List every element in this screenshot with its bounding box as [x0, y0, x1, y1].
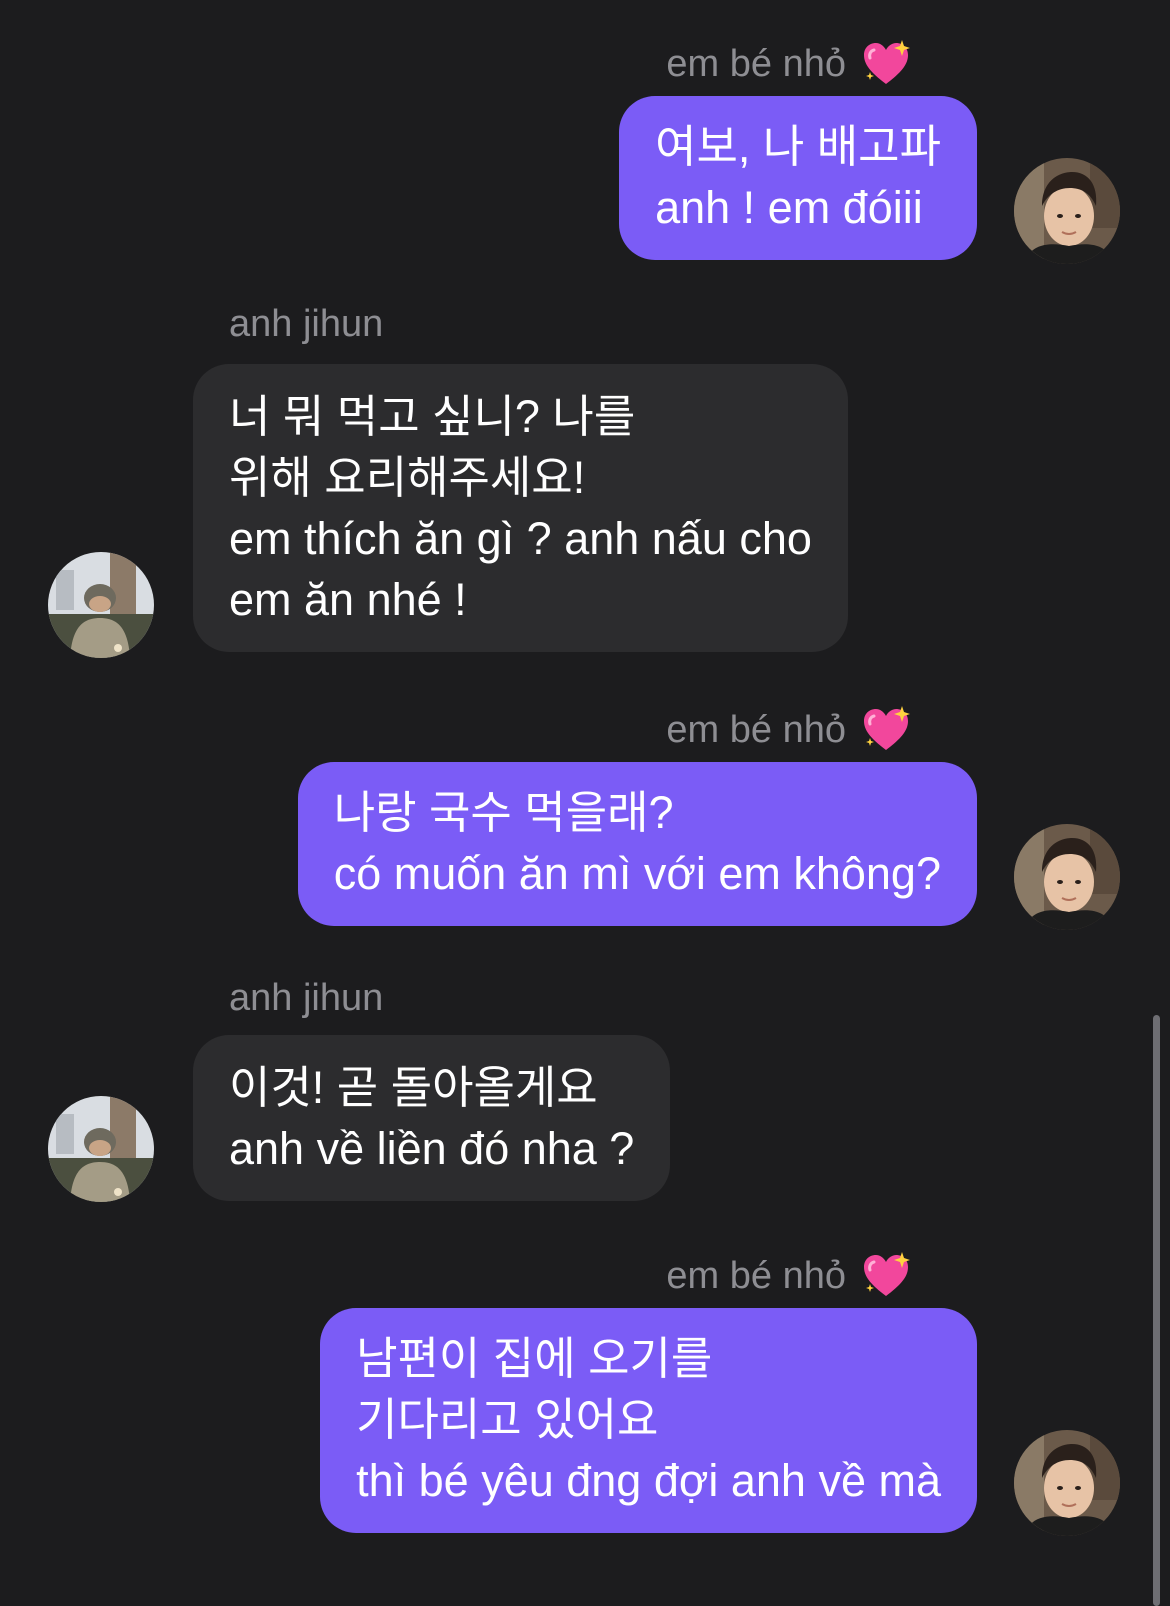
chat-screen: em bé nhỏ 여보, 나 배고파 anh ! em đóiii anh j… — [0, 0, 1170, 1606]
incoming-message-bubble[interactable]: 너 뭐 먹고 싶니? 나를 위해 요리해주세요! em thích ăn gì … — [193, 364, 848, 652]
incoming-message-bubble[interactable]: 이것! 곧 돌아올게요 anh về liền đó nha ? — [193, 1035, 671, 1201]
avatar-em-be-nho[interactable] — [1014, 1430, 1120, 1536]
outgoing-message-bubble[interactable]: 남편이 집에 오기를 기다리고 있어요 thì bé yêu đng đợi a… — [320, 1308, 977, 1533]
outgoing-message-bubble[interactable]: 여보, 나 배고파 anh ! em đóiii — [619, 96, 977, 260]
avatar-em-be-nho[interactable] — [1014, 158, 1120, 264]
sender-name: em bé nhỏ — [666, 1255, 846, 1297]
scrollbar[interactable] — [1153, 1015, 1160, 1606]
sender-name-row: em bé nhỏ — [666, 704, 912, 756]
sparkling-heart-icon — [860, 38, 912, 90]
sender-name-row: em bé nhỏ — [666, 1250, 912, 1302]
sender-name: anh jihun — [229, 977, 384, 1019]
avatar-em-be-nho[interactable] — [1014, 824, 1120, 930]
sparkling-heart-icon — [860, 704, 912, 756]
avatar-anh-jihun[interactable] — [48, 552, 154, 658]
sender-name-row: em bé nhỏ — [666, 38, 912, 90]
sender-name: em bé nhỏ — [666, 43, 846, 85]
sparkling-heart-icon — [860, 1250, 912, 1302]
sender-name: em bé nhỏ — [666, 709, 846, 751]
avatar-anh-jihun[interactable] — [48, 1096, 154, 1202]
sender-name: anh jihun — [229, 303, 384, 345]
outgoing-message-bubble[interactable]: 나랑 국수 먹을래? có muốn ăn mì với em không? — [297, 762, 977, 926]
